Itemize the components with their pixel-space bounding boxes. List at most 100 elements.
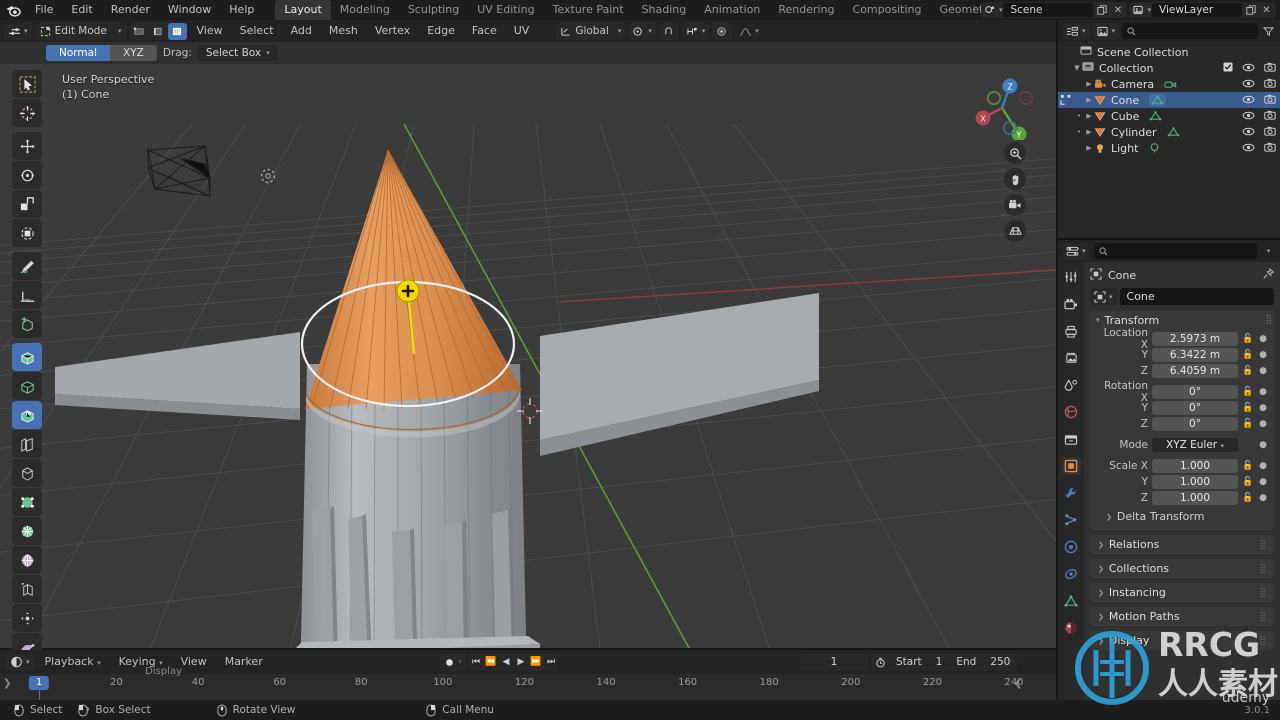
drag-mode-dropdown[interactable]: Select Box ▾ (197, 45, 278, 61)
mode-selector[interactable]: Edit Mode ▾ (34, 22, 127, 40)
properties-tab-render[interactable] (1061, 295, 1081, 313)
viewport-menu-add[interactable]: Add (284, 20, 319, 42)
properties-tab-material[interactable] (1061, 619, 1081, 637)
rotation-z-field[interactable]: 0° (1152, 416, 1238, 431)
outliner-expand-cone[interactable]: ▶ (1084, 96, 1094, 104)
scale-y-field[interactable]: 1.000 (1152, 474, 1238, 489)
outliner-visibility-eye-icon[interactable] (1242, 78, 1255, 91)
viewlayer-name[interactable]: ViewLayer (1152, 3, 1242, 17)
outliner-visibility-eye-icon[interactable] (1242, 94, 1255, 107)
rotation-x-lock-icon[interactable]: 🔓 (1242, 387, 1254, 397)
camera-icon[interactable] (1004, 194, 1026, 216)
timeline-menu-playback[interactable]: Playback ▾ (38, 650, 108, 674)
location-y-field[interactable]: 6.3422 m (1152, 347, 1238, 362)
outliner-data-icon-mesh[interactable] (1167, 126, 1180, 138)
tool-extrude-region[interactable] (12, 343, 42, 371)
tool-tweak-select-box[interactable] (12, 70, 42, 98)
start-frame-value[interactable]: 1 (929, 654, 950, 671)
tool-spin[interactable] (12, 575, 42, 603)
outliner-expand-cube[interactable]: ▶ (1084, 112, 1094, 120)
scale-y-animate-icon[interactable]: ● (1258, 477, 1268, 487)
edge-select-icon[interactable] (149, 23, 168, 40)
timeline-expand-left-icon[interactable]: ❯ (3, 678, 11, 689)
scene-selector[interactable]: ▾ Scene ✕ (980, 2, 1128, 18)
navigation-gizmo[interactable]: Z Y X (970, 76, 1034, 140)
end-frame-value[interactable]: 250 (983, 654, 1017, 671)
proportional-edit-button[interactable] (712, 22, 733, 40)
scale-x-field[interactable]: 1.000 (1152, 458, 1238, 473)
workspace-tab-animation[interactable]: Animation (695, 0, 769, 20)
properties-editor-type-button[interactable]: ▾ (1062, 242, 1090, 260)
properties-panel-collections[interactable]: ❯ Collections ⣿ (1090, 559, 1274, 578)
collection-render-camera-icon[interactable] (1264, 62, 1276, 75)
outliner-row-light[interactable]: ▶ Light (1058, 140, 1280, 156)
timeline-editor-type-button[interactable]: ▾ (6, 653, 34, 671)
tool-extrude-along-normals[interactable] (12, 401, 42, 429)
viewport-menu-face[interactable]: Face (465, 20, 504, 42)
properties-panel-relations[interactable]: ❯ Relations ⣿ (1090, 535, 1274, 554)
editor-divider-vertical[interactable] (1056, 20, 1058, 700)
collection-expand-icon[interactable]: ▼ (1072, 64, 1082, 72)
outliner-render-camera-icon[interactable] (1264, 126, 1276, 139)
outliner-expand-camera[interactable]: ▶ (1084, 80, 1094, 88)
scale-y-lock-icon[interactable]: 🔓 (1242, 477, 1254, 487)
tool-annotate[interactable] (12, 252, 42, 280)
menu-help[interactable]: Help (220, 0, 263, 20)
tool-move[interactable] (12, 132, 42, 160)
play-button[interactable]: ▶ (514, 654, 529, 671)
orthographic-icon[interactable] (1004, 220, 1026, 242)
prev-keyframe-button[interactable]: ⏪ (484, 654, 499, 671)
viewport-menu-select[interactable]: Select (233, 20, 281, 42)
snap-magnet-button[interactable] (658, 22, 679, 40)
viewport-menu-mesh[interactable]: Mesh (322, 20, 365, 42)
tool-bevel[interactable] (12, 459, 42, 487)
scale-x-animate-icon[interactable]: ● (1258, 461, 1268, 471)
auto-keying-button[interactable]: ▾ (440, 653, 466, 671)
tool-extrude-manifold[interactable] (12, 372, 42, 400)
rotation-y-field[interactable]: 0° (1152, 400, 1238, 415)
workspace-tab-sculpting[interactable]: Sculpting (399, 0, 468, 20)
outliner-row-camera[interactable]: ▶ Camera (1058, 76, 1280, 92)
pan-icon[interactable] (1004, 168, 1026, 190)
properties-search-input[interactable] (1093, 243, 1257, 259)
orientation-xyz-button[interactable]: XYZ (110, 45, 157, 61)
properties-tab-constraint[interactable] (1061, 565, 1081, 583)
rotation-x-field[interactable]: 0° (1152, 384, 1238, 399)
3d-viewport[interactable]: User Perspective (1) Cone Z Y X (0, 64, 1056, 650)
outliner-visibility-eye-icon[interactable] (1242, 126, 1255, 139)
outliner-render-camera-icon[interactable] (1264, 110, 1276, 123)
outliner-expand-light[interactable]: ▶ (1084, 144, 1094, 152)
vertex-select-icon[interactable] (130, 23, 149, 40)
timeline-strip[interactable]: ❯ ❮ 20 40 60 80 100 120 140 160 180 200 220 240 1 (0, 674, 1056, 700)
properties-tab-world[interactable] (1061, 403, 1081, 421)
blender-logo-icon[interactable] (0, 0, 26, 20)
workspace-tab-uv-editing[interactable]: UV Editing (468, 0, 543, 20)
properties-tab-view-layer[interactable] (1061, 349, 1081, 367)
jump-to-end-button[interactable]: ⏭ (544, 654, 559, 671)
location-x-lock-icon[interactable]: 🔓 (1242, 334, 1254, 344)
scale-z-field[interactable]: 1.000 (1152, 490, 1238, 505)
rotation-mode-animate-icon[interactable]: ● (1258, 440, 1268, 450)
tool-shrink-fatten[interactable] (12, 633, 42, 650)
rotation-x-animate-icon[interactable]: ● (1258, 387, 1268, 397)
face-select-icon[interactable] (167, 22, 187, 40)
object-name-field[interactable]: Cone (1119, 288, 1274, 305)
editor-type-button[interactable]: ▾ (4, 22, 32, 40)
delta-transform-subpanel[interactable]: ❯ Delta Transform (1096, 509, 1268, 524)
rotation-z-lock-icon[interactable]: 🔓 (1242, 419, 1254, 429)
object-type-dropdown[interactable]: ▾ (1090, 288, 1117, 305)
outliner-data-icon-camera[interactable] (1164, 79, 1177, 90)
workspace-tab-compositing[interactable]: Compositing (844, 0, 931, 20)
workspace-tab-texture-paint[interactable]: Texture Paint (544, 0, 633, 20)
menu-render[interactable]: Render (102, 0, 159, 20)
scale-z-animate-icon[interactable]: ● (1258, 493, 1268, 503)
properties-tab-tool[interactable] (1061, 268, 1081, 286)
location-z-lock-icon[interactable]: 🔓 (1242, 366, 1254, 376)
tool-transform[interactable] (12, 219, 42, 247)
tool-loop-cut[interactable] (12, 488, 42, 516)
timeline-menu-marker[interactable]: Marker (218, 650, 270, 674)
tool-knife[interactable] (12, 517, 42, 545)
zoom-icon[interactable] (1004, 142, 1026, 164)
tool-poly-build[interactable] (12, 546, 42, 574)
scene-name[interactable]: Scene (1003, 3, 1094, 17)
